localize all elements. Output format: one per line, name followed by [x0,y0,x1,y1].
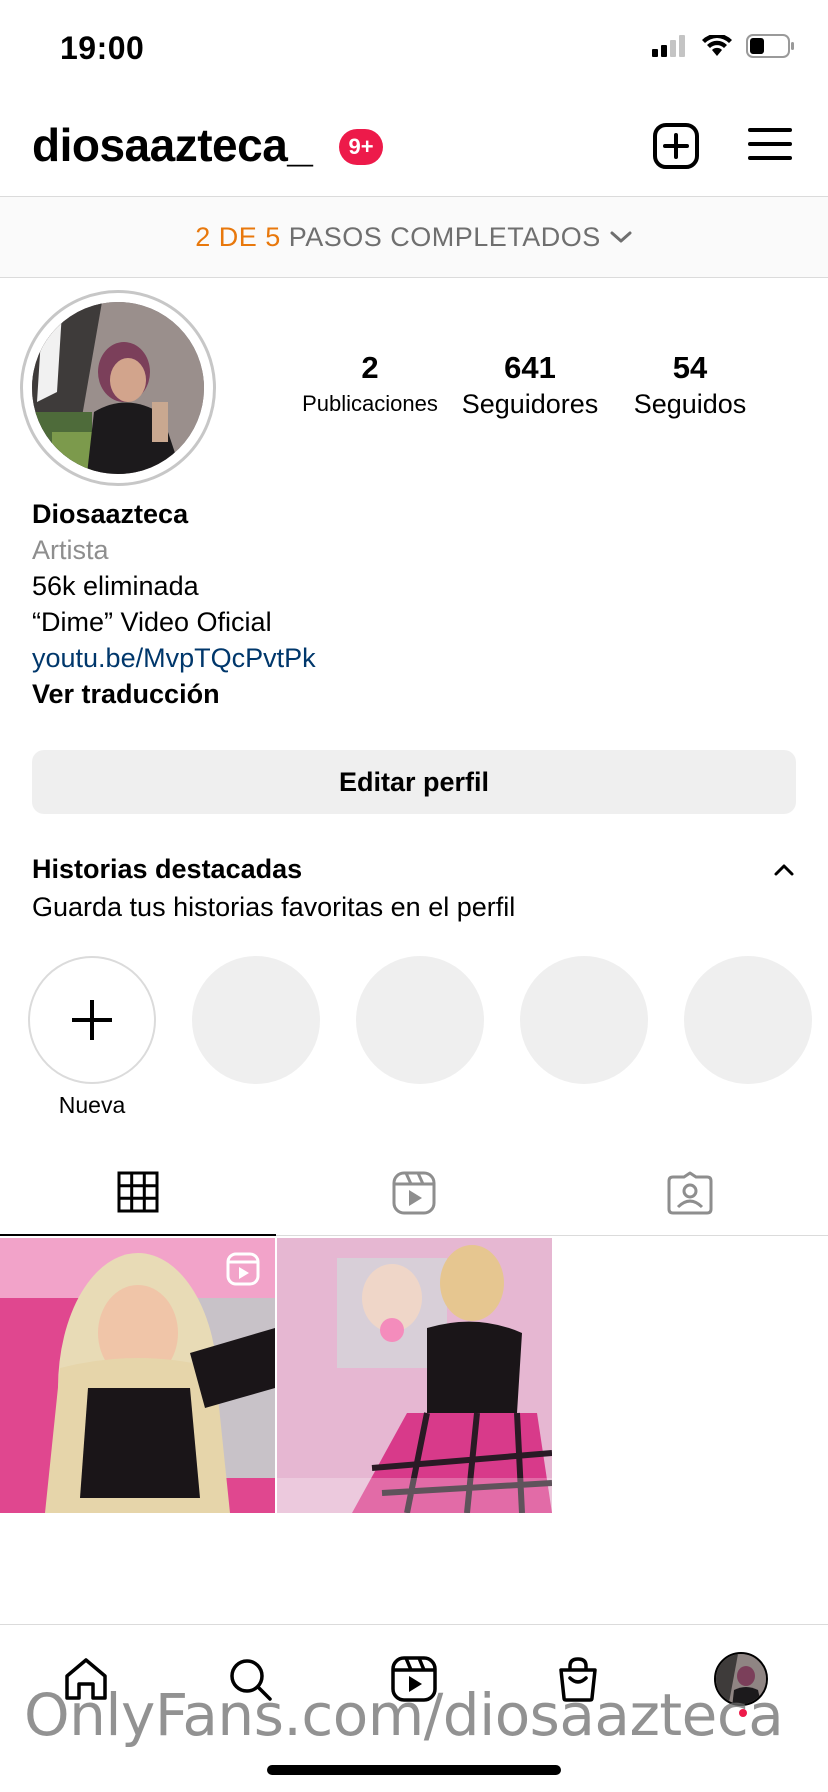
tab-reels[interactable] [276,1150,552,1236]
tab-posts-grid[interactable] [0,1150,276,1236]
highlight-placeholder [684,956,812,1084]
status-icons [652,34,796,58]
following-stat[interactable]: 54 Seguidos [610,350,770,422]
see-translation-link[interactable]: Ver traducción [32,676,792,712]
followers-label: Seguidores [461,389,599,419]
posts-label: Publicaciones [302,391,438,416]
bottom-nav: OnlyFans.com/diosaazteca [0,1624,828,1792]
profile-steps-banner[interactable]: 2 DE 5 PASOS COMPLETADOS [0,196,828,278]
chevron-down-icon [610,231,632,243]
battery-icon [746,34,794,58]
posts-stat[interactable]: 2 Publicaciones [290,350,450,422]
new-highlight-label: Nueva [58,1092,126,1118]
wifi-icon [702,35,732,56]
profile-header: diosaazteca_ 9+ [0,100,828,196]
highlights-subtitle: Guarda tus historias favoritas en el per… [32,892,516,922]
tab-tagged[interactable] [552,1150,828,1236]
profile-photo [32,302,204,474]
signal-icon [652,35,685,57]
post-thumbnail-reel[interactable] [0,1238,275,1513]
watermark-text: OnlyFans.com/diosaazteca [24,1681,784,1749]
following-label: Seguidos [633,389,747,419]
followers-count: 641 [504,350,556,385]
edit-profile-button[interactable]: Editar perfil [32,750,796,814]
add-post-icon [653,123,699,169]
bio-link[interactable]: youtu.be/MvpTQcPvtPk [32,640,792,676]
posts-grid [0,1238,828,1513]
reel-badge-icon [226,1252,260,1286]
post-thumbnail[interactable] [277,1238,552,1513]
highlight-placeholder [192,956,320,1084]
add-post-button[interactable] [652,122,700,170]
posts-count: 2 [361,350,379,385]
category-label: Artista [32,535,109,565]
display-name: Diosaazteca [32,499,189,529]
following-count: 54 [672,350,708,385]
grid-icon [117,1171,159,1213]
steps-text: PASOS COMPLETADOS [288,221,601,252]
highlights-title: Historias destacadas [32,854,303,884]
profile-stats: 2 Publicaciones 641 Seguidores 54 Seguid… [290,350,770,430]
plus-icon [72,1000,112,1040]
menu-button[interactable] [748,124,792,164]
bio-line: 56k eliminada [32,571,199,601]
highlights-header: Historias destacadas Guarda tus historia… [32,850,796,926]
home-indicator[interactable] [267,1765,561,1775]
followers-stat[interactable]: 641 Seguidores [450,350,610,422]
username-title[interactable]: diosaazteca_ [32,118,313,172]
status-time: 19:00 [60,30,145,66]
highlights-row: Nueva [0,956,828,1126]
chevron-up-icon[interactable] [772,862,796,878]
menu-icon [748,128,792,160]
profile-bio: Diosaazteca Artista 56k eliminada “Dime”… [32,496,792,712]
reels-icon [392,1171,436,1215]
tagged-icon [667,1171,713,1215]
new-highlight-button[interactable] [28,956,156,1084]
status-bar: 19:00 [0,0,828,100]
profile-avatar[interactable] [20,290,216,486]
highlight-placeholder [356,956,484,1084]
bio-line: “Dime” Video Oficial [32,607,272,637]
notification-badge[interactable]: 9+ [339,129,383,165]
profile-tabs [0,1150,828,1236]
highlight-placeholder [520,956,648,1084]
steps-count: 2 DE 5 [195,221,281,252]
